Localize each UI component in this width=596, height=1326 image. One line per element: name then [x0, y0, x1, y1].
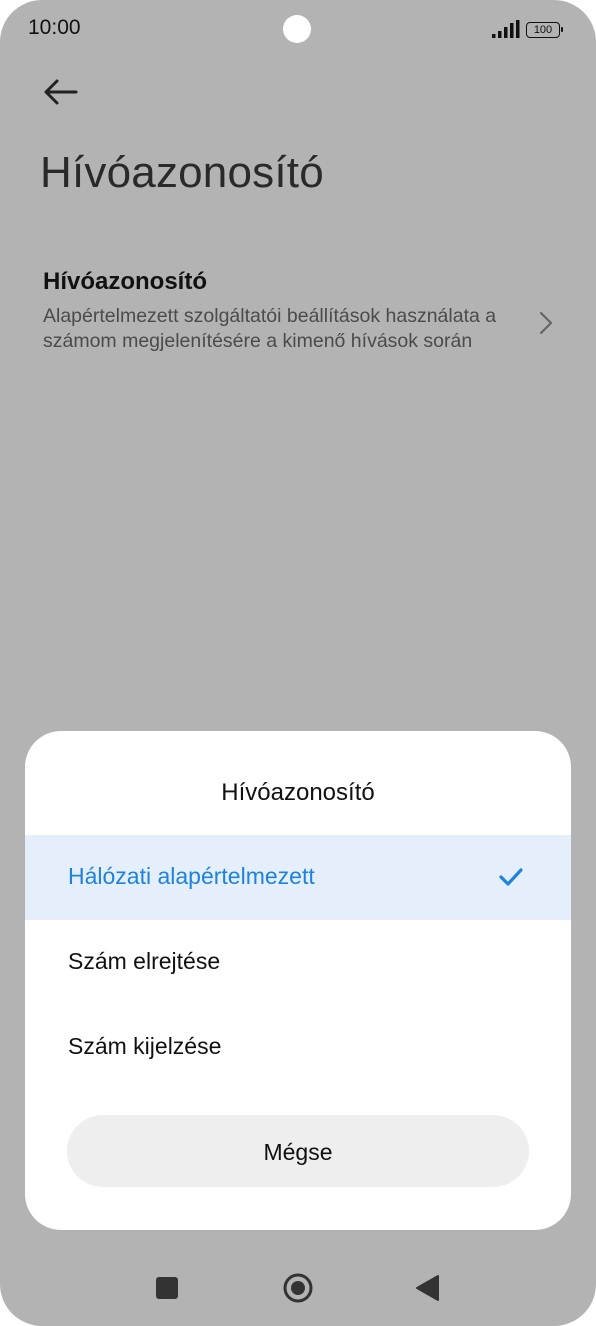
chevron-right-icon: [539, 311, 553, 335]
back-icon[interactable]: [414, 1274, 440, 1302]
recents-icon[interactable]: [156, 1277, 178, 1299]
setting-title: Hívóazonosító: [43, 268, 208, 295]
page-title: Hívóazonosító: [40, 148, 324, 197]
camera-cutout: [283, 15, 311, 43]
option-hide-number[interactable]: Szám elrejtése: [25, 920, 571, 1005]
option-label: Szám elrejtése: [68, 948, 221, 974]
option-label: Szám kijelzése: [68, 1033, 222, 1059]
caller-id-dialog: Hívóazonosító Hálózati alapértelmezett S…: [25, 731, 571, 1230]
battery-icon: 100: [526, 22, 560, 38]
status-time: 10:00: [28, 16, 81, 39]
option-network-default[interactable]: Hálózati alapértelmezett: [25, 835, 571, 920]
option-show-number[interactable]: Szám kijelzése: [25, 1005, 571, 1090]
setting-description: Alapértelmezett szolgáltatói beállítások…: [43, 305, 497, 352]
battery-tip: [561, 27, 563, 32]
option-label: Hálózati alapértelmezett: [68, 863, 315, 889]
cancel-label: Mégse: [263, 1139, 333, 1165]
back-arrow-icon[interactable]: [40, 74, 80, 110]
cancel-button[interactable]: Mégse: [67, 1115, 529, 1187]
signal-icon: [492, 20, 520, 38]
caller-id-setting-row[interactable]: Hívóazonosító Alapértelmezett szolgáltat…: [0, 262, 596, 392]
home-icon[interactable]: [282, 1272, 314, 1304]
phone-screen: 10:00 100 Hívóazonosító Hívóazonosító Al…: [0, 0, 596, 1326]
checkmark-icon: [499, 868, 523, 886]
dialog-title: Hívóazonosító: [221, 779, 375, 806]
